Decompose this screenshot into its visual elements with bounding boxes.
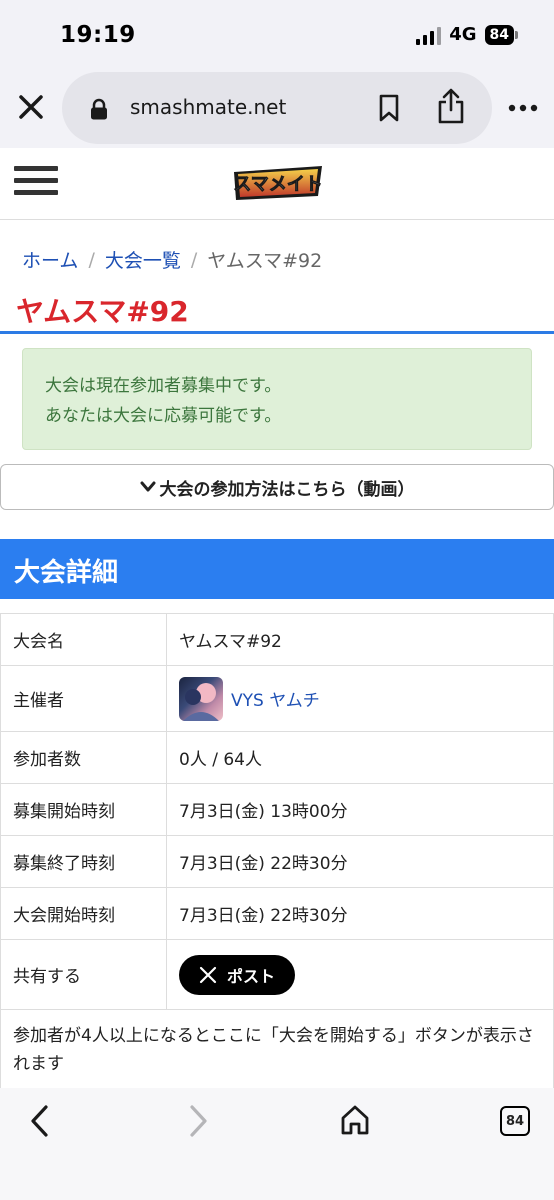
hamburger-menu-icon[interactable] <box>14 166 58 198</box>
more-icon[interactable] <box>508 104 538 112</box>
recruit-end-label: 募集終了時刻 <box>0 835 167 888</box>
status-time: 19:19 <box>60 22 136 48</box>
address-bar[interactable]: smashmate.net <box>62 72 492 144</box>
browser-toolbar: smashmate.net <box>0 72 554 148</box>
participants-label: 参加者数 <box>0 731 167 784</box>
share-cell: ポスト <box>166 939 554 1010</box>
table-row: 参加者が4人以上になるとここに「大会を開始する」ボタンが表示されます <box>0 1009 554 1091</box>
table-row: 募集終了時刻 7月3日(金) 22時30分 <box>0 835 554 888</box>
signal-icon <box>416 25 442 45</box>
url-text: smashmate.net <box>130 95 287 119</box>
section-title: 大会詳細 <box>14 558 119 588</box>
home-icon[interactable] <box>340 1104 370 1136</box>
bookmark-icon[interactable] <box>376 94 402 122</box>
tournament-start-value: 7月3日(金) 22時30分 <box>166 887 554 940</box>
tabs-icon[interactable]: 84 <box>500 1106 530 1136</box>
lock-icon <box>91 98 107 120</box>
breadcrumb-tournament-list-link[interactable]: 大会一覧 <box>105 246 181 273</box>
network-type: 4G <box>449 24 477 45</box>
share-label: 共有する <box>0 939 167 1010</box>
section-header: 大会詳細 <box>0 539 554 599</box>
status-alert: 大会は現在参加者募集中です。 あなたは大会に応募可能です。 <box>22 348 532 450</box>
post-button-label: ポスト <box>227 966 276 986</box>
participants-value: 0人 / 64人 <box>166 731 554 784</box>
title-divider <box>0 331 554 334</box>
site-logo[interactable]: スマメイト <box>232 162 324 202</box>
alert-line-2: あなたは大会に応募可能です。 <box>45 406 282 426</box>
forward-arrow-icon[interactable] <box>186 1104 210 1138</box>
tournament-details-table: 大会名 ヤムスマ#92 主催者 VYS ヤムチ 参加者数 0人 / 64人 募集… <box>0 613 554 1091</box>
table-row: 共有する ポスト <box>0 939 554 1010</box>
battery-level: 84 <box>484 24 514 45</box>
table-row: 大会開始時刻 7月3日(金) 22時30分 <box>0 887 554 940</box>
svg-text:スマメイト: スマメイト <box>233 174 322 195</box>
site-header: スマメイト <box>0 148 554 220</box>
tournament-start-label: 大会開始時刻 <box>0 887 167 940</box>
status-bar: 19:19 4G 84 <box>0 0 554 72</box>
recruit-start-label: 募集開始時刻 <box>0 783 167 836</box>
x-logo-icon <box>199 966 217 983</box>
breadcrumb: ホーム / 大会一覧 / ヤムスマ#92 <box>22 246 322 273</box>
status-indicators: 4G 84 <box>416 24 518 45</box>
breadcrumb-separator: / <box>190 248 198 271</box>
table-row: 大会名 ヤムスマ#92 <box>0 613 554 666</box>
back-arrow-icon[interactable] <box>28 1104 52 1138</box>
chevron-down-icon <box>140 481 155 492</box>
table-row: 参加者数 0人 / 64人 <box>0 731 554 784</box>
organizer-link[interactable]: VYS ヤムチ <box>231 686 320 711</box>
how-to-join-label: 大会の参加方法はこちら（動画） <box>159 479 415 500</box>
breadcrumb-current: ヤムスマ#92 <box>207 250 323 272</box>
how-to-join-button[interactable]: 大会の参加方法はこちら（動画） <box>0 464 554 510</box>
organizer-cell: VYS ヤムチ <box>166 665 554 732</box>
start-button-note: 参加者が4人以上になるとここに「大会を開始する」ボタンが表示されます <box>0 1009 554 1091</box>
organizer-avatar[interactable] <box>179 676 223 721</box>
tournament-name-value: ヤムスマ#92 <box>166 613 554 666</box>
post-button[interactable]: ポスト <box>179 954 296 995</box>
share-icon[interactable] <box>436 88 466 124</box>
recruit-start-value: 7月3日(金) 13時00分 <box>166 783 554 836</box>
recruit-end-value: 7月3日(金) 22時30分 <box>166 835 554 888</box>
tournament-name-label: 大会名 <box>0 613 167 666</box>
battery-icon: 84 <box>484 24 518 45</box>
organizer-label: 主催者 <box>0 665 167 732</box>
page-title: ヤムスマ#92 <box>16 295 189 328</box>
alert-line-1: 大会は現在参加者募集中です。 <box>45 376 282 396</box>
close-icon[interactable] <box>14 90 48 124</box>
breadcrumb-separator: / <box>88 248 95 271</box>
table-row: 主催者 VYS ヤムチ <box>0 665 554 732</box>
browser-bottom-toolbar: 84 <box>0 1088 554 1200</box>
table-row: 募集開始時刻 7月3日(金) 13時00分 <box>0 783 554 836</box>
breadcrumb-home-link[interactable]: ホーム <box>22 246 78 273</box>
